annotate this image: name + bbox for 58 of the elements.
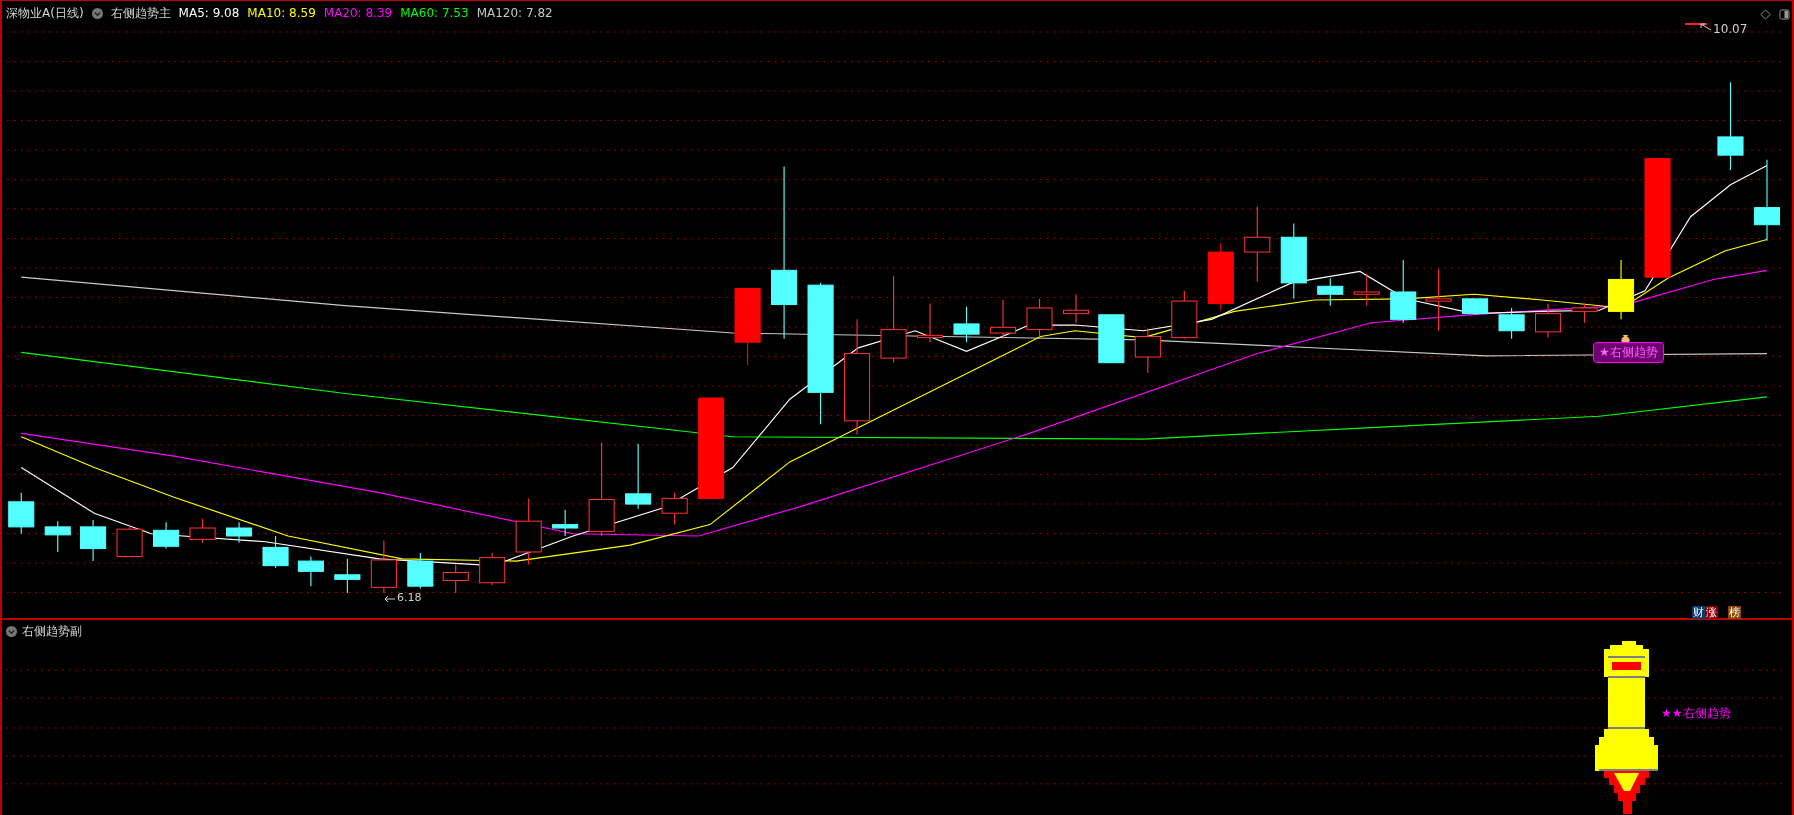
high-price-label: 10.07 bbox=[1713, 22, 1748, 36]
ma-value: MA120: 7.82 bbox=[476, 6, 553, 20]
panel-toggle-icon[interactable] bbox=[1779, 9, 1790, 20]
arrow-icon bbox=[1700, 23, 1712, 31]
candlestick bbox=[116, 524, 143, 558]
candlestick bbox=[153, 521, 180, 550]
candlestick bbox=[515, 497, 542, 566]
candlestick bbox=[1098, 314, 1125, 364]
info-tag[interactable]: 涨 bbox=[1705, 606, 1718, 619]
arrow-icon bbox=[384, 595, 396, 603]
candlestick bbox=[189, 518, 216, 544]
collapse-icon[interactable] bbox=[91, 7, 103, 19]
signal-label: ★★右侧趋势 bbox=[1661, 705, 1731, 722]
candlestick bbox=[370, 540, 397, 594]
candlestick bbox=[44, 520, 71, 553]
ma-value: MA10: 8.59 bbox=[247, 6, 316, 20]
candlestick bbox=[479, 552, 506, 586]
info-tag[interactable]: 榜 bbox=[1728, 606, 1741, 619]
indicator-name: 右侧趋势主 bbox=[110, 4, 171, 22]
candlestick bbox=[442, 563, 469, 594]
signal-badge: ★右侧趋势 bbox=[1593, 342, 1664, 363]
ma-value: MA60: 7.53 bbox=[400, 6, 469, 20]
candlestick bbox=[625, 443, 652, 510]
candlestick bbox=[297, 555, 324, 587]
candlestick bbox=[80, 519, 107, 562]
candlestick bbox=[552, 509, 579, 537]
collapse-icon[interactable] bbox=[6, 626, 17, 637]
high-marker-line bbox=[1685, 23, 1707, 25]
info-tag[interactable]: 财 bbox=[1692, 606, 1705, 619]
candlestick bbox=[1026, 298, 1053, 338]
candlestick bbox=[1535, 302, 1562, 339]
candlestick bbox=[1171, 290, 1198, 340]
candlestick bbox=[334, 558, 361, 594]
candlestick bbox=[917, 302, 944, 343]
stock-title: 深物业A(日线) bbox=[6, 4, 84, 22]
candlestick bbox=[1207, 242, 1234, 311]
candlestick bbox=[1571, 302, 1598, 324]
candlestick bbox=[1607, 259, 1635, 320]
candlestick bbox=[1353, 273, 1380, 307]
candlestick bbox=[1134, 327, 1161, 374]
candlestick bbox=[1390, 259, 1417, 324]
candlestick bbox=[1317, 277, 1344, 307]
candlestick bbox=[661, 492, 688, 526]
ma-value: MA5: 9.08 bbox=[178, 6, 240, 20]
diamond-icon[interactable] bbox=[1760, 9, 1771, 20]
candlestick bbox=[226, 521, 253, 544]
candlestick bbox=[1425, 268, 1452, 332]
candlestick bbox=[8, 492, 35, 535]
candlestick bbox=[262, 535, 289, 569]
candlestick bbox=[953, 306, 980, 343]
candlestick bbox=[989, 299, 1017, 340]
candlestick bbox=[1498, 307, 1525, 340]
candlestick bbox=[407, 552, 434, 590]
sub-panel-title: 右侧趋势副 bbox=[22, 623, 82, 640]
candlestick bbox=[1462, 298, 1489, 315]
ma-value: MA20: 8.39 bbox=[323, 6, 393, 20]
candlestick bbox=[1062, 293, 1090, 324]
low-price-label: 6.18 bbox=[397, 591, 422, 604]
